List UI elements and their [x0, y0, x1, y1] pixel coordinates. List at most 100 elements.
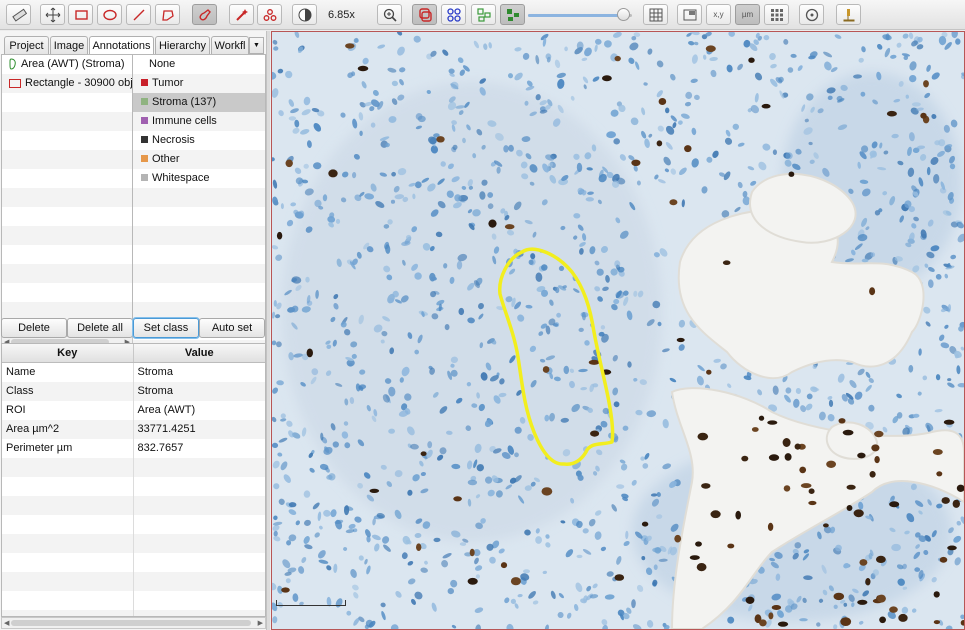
scroll-left-icon[interactable]: ◀ — [4, 619, 9, 627]
positive-cell-nucleus — [846, 505, 853, 511]
fill-detections-button[interactable] — [500, 4, 525, 25]
cell-nucleus — [417, 115, 426, 123]
positive-cell-nucleus — [782, 438, 791, 447]
wand-tool-button[interactable] — [229, 4, 254, 25]
scroll-right-icon[interactable]: ▶ — [258, 619, 263, 627]
brightness-contrast-button[interactable] — [292, 4, 317, 25]
tab-overflow-menu[interactable]: ▼ — [249, 37, 264, 54]
line-tool-button[interactable] — [126, 4, 151, 25]
positive-cell-nucleus — [889, 501, 900, 508]
show-log-button[interactable] — [799, 4, 824, 25]
column-header-key[interactable]: Key — [2, 344, 134, 362]
slider-fill — [528, 14, 624, 17]
table-row-empty — [2, 553, 265, 572]
table-row[interactable]: ROI Area (AWT) — [2, 401, 265, 420]
list-item-empty — [2, 245, 132, 264]
class-item-tumor[interactable]: Tumor — [133, 74, 265, 93]
class-item-immune-cells[interactable]: Immune cells — [133, 112, 265, 131]
tab-annotations[interactable]: Annotations — [89, 36, 154, 56]
show-tma-grid-icon — [446, 7, 461, 22]
positive-cell-nucleus — [879, 616, 886, 624]
positive-cell-nucleus — [588, 359, 600, 365]
show-annotations-button[interactable] — [412, 4, 437, 25]
table-row[interactable]: Class Stroma — [2, 382, 265, 401]
class-item-none[interactable]: None — [133, 55, 265, 74]
positive-cell-nucleus — [833, 592, 845, 601]
table-row-empty — [2, 496, 265, 515]
move-tool-button[interactable] — [40, 4, 65, 25]
tab-image[interactable]: Image — [50, 36, 88, 55]
tab-workflow[interactable]: Workfl — [211, 36, 249, 55]
show-tma-grid-button[interactable] — [441, 4, 466, 25]
positive-cell-nucleus — [614, 55, 621, 62]
class-list[interactable]: None Tumor Stroma (137) Immune cells Nec… — [133, 54, 266, 348]
ellipse-tool-button[interactable] — [97, 4, 122, 25]
table-row[interactable]: Name Stroma — [2, 363, 265, 382]
image-viewer[interactable] — [271, 31, 965, 630]
rectangle-tool-button[interactable] — [68, 4, 93, 25]
positive-cell-nucleus — [701, 483, 711, 489]
zoom-to-fit-button[interactable] — [377, 4, 402, 25]
positive-cell-nucleus — [306, 348, 313, 358]
measurement-table-scrollbar[interactable]: ◀ ▶ — [1, 617, 266, 629]
list-item[interactable]: Rectangle - 30900 obje — [2, 74, 132, 93]
class-label: Other — [152, 153, 180, 165]
polygon-tool-button[interactable] — [155, 4, 180, 25]
brush-tool-button[interactable] — [192, 4, 217, 25]
table-row[interactable]: Perimeter µm 832.7657 — [2, 439, 265, 458]
show-grid-button[interactable] — [643, 4, 668, 25]
opacity-slider[interactable] — [528, 8, 632, 22]
list-item-empty — [2, 283, 132, 302]
auto-set-button[interactable]: Auto set — [199, 318, 265, 338]
table-row[interactable]: Area µm^2 33771.4251 — [2, 420, 265, 439]
positive-cell-nucleus — [941, 497, 950, 504]
positive-cell-nucleus — [705, 45, 716, 52]
tab-project[interactable]: Project — [4, 36, 49, 55]
set-class-button[interactable]: Set class — [133, 318, 199, 338]
class-item-whitespace[interactable]: Whitespace — [133, 169, 265, 188]
show-detections-button[interactable] — [471, 4, 496, 25]
cell-nucleus — [447, 588, 454, 595]
positive-cell-nucleus — [808, 488, 815, 495]
class-label: Necrosis — [152, 134, 195, 146]
annotation-list[interactable]: Area (AWT) (Stroma) Rectangle - 30900 ob… — [1, 54, 133, 336]
show-log-icon — [805, 8, 818, 21]
rectangle-annotation-icon — [9, 78, 21, 88]
column-header-value[interactable]: Value — [134, 344, 266, 362]
measure-tool-button[interactable] — [6, 4, 31, 25]
class-item-necrosis[interactable]: Necrosis — [133, 131, 265, 150]
positive-cell-nucleus — [923, 80, 929, 88]
delete-button[interactable]: Delete — [1, 318, 67, 338]
positive-cell-nucleus — [842, 429, 854, 436]
table-cell-key: Perimeter µm — [2, 439, 134, 458]
show-detections-icon — [476, 7, 491, 22]
points-tool-button[interactable] — [257, 4, 282, 25]
positive-cell-nucleus — [488, 219, 497, 228]
positive-cell-nucleus — [932, 449, 943, 455]
positive-cell-nucleus — [706, 369, 712, 375]
table-cell-key: ROI — [2, 401, 134, 420]
delete-all-button[interactable]: Delete all — [67, 318, 133, 338]
slider-knob[interactable] — [616, 8, 630, 21]
move-tool-icon — [45, 7, 60, 22]
class-item-other[interactable]: Other — [133, 150, 265, 169]
positive-cell-nucleus — [874, 430, 884, 438]
show-scalebar-button[interactable]: µm — [735, 4, 760, 25]
show-cursor-location-button[interactable]: x,y — [706, 4, 731, 25]
microscope-button[interactable] — [836, 4, 861, 25]
scrollbar-thumb[interactable] — [11, 620, 251, 626]
ellipse-tool-icon — [102, 9, 117, 20]
points-tool-icon — [263, 8, 276, 21]
list-item[interactable]: Area (AWT) (Stroma) — [2, 55, 132, 74]
positive-cell-nucleus — [602, 75, 612, 82]
show-counting-grid-button[interactable] — [764, 4, 789, 25]
tab-hierarchy[interactable]: Hierarchy — [155, 36, 210, 55]
split-pane-divider[interactable] — [266, 31, 270, 630]
class-item-stroma[interactable]: Stroma (137) — [133, 93, 265, 112]
show-overview-button[interactable] — [677, 4, 702, 25]
tissue-image[interactable] — [272, 32, 964, 629]
positive-cell-nucleus — [777, 621, 789, 627]
positive-cell-nucleus — [947, 545, 957, 551]
positive-cell-nucleus — [453, 496, 462, 502]
positive-cell-nucleus — [869, 471, 876, 478]
